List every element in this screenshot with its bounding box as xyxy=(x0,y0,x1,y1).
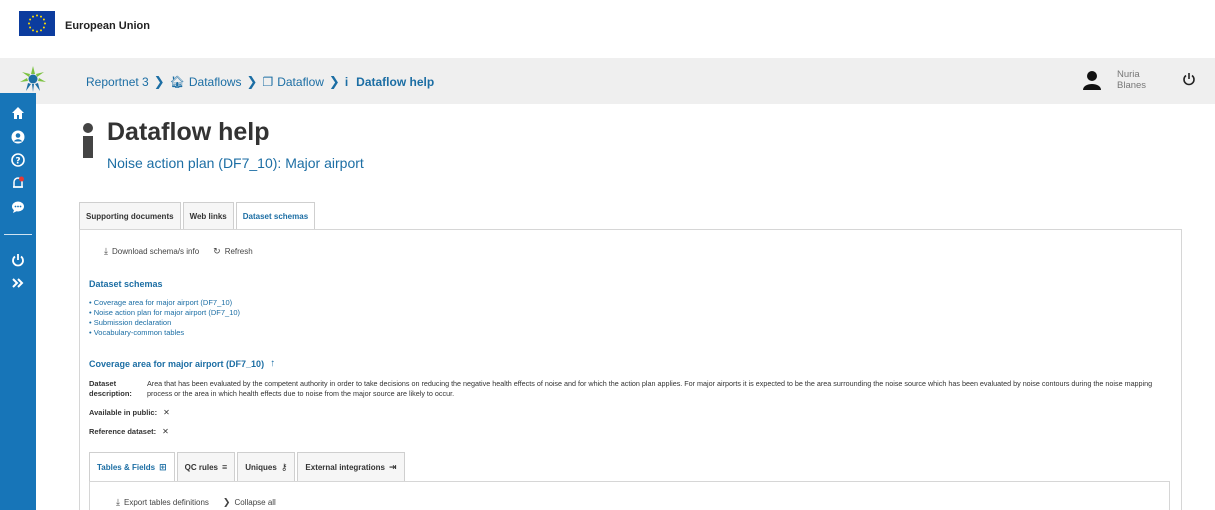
available-in-public-label: Available in public: xyxy=(89,408,158,417)
logout-power-icon[interactable] xyxy=(1182,72,1196,86)
schema-link[interactable]: Submission declaration xyxy=(89,318,240,328)
download-label: Download schema/s info xyxy=(111,247,200,256)
schema-link[interactable]: Vocabulary-common tables xyxy=(89,328,240,338)
schema-heading-label: Coverage area for major airport (DF7_10) xyxy=(89,358,265,369)
schema-inner-tabs: Tables & Fields ⊞ QC rules ≡ Uniques ⚷ E… xyxy=(89,452,407,482)
refresh-icon: ↻ xyxy=(213,246,221,256)
eu-title: European Union xyxy=(65,20,150,32)
list-icon: ≡ xyxy=(221,462,228,472)
tab-external-integrations[interactable]: External integrations ⇥ xyxy=(297,452,405,481)
chevron-right-icon: ❯ xyxy=(246,74,258,89)
tab-label: External integrations xyxy=(305,462,385,472)
breadcrumb-label: Dataflow help xyxy=(356,75,435,89)
export-label: Export tables definitions xyxy=(123,498,209,507)
chevron-right-icon: ❯ xyxy=(328,74,340,89)
description-label-line: Dataset xyxy=(89,379,117,388)
breadcrumb-label: Dataflows xyxy=(188,75,242,89)
export-tables-button[interactable]: ⤓ Export tables definitions xyxy=(116,497,209,508)
chevron-right-icon: ❯ xyxy=(222,497,231,507)
tab-label: QC rules xyxy=(184,462,218,472)
tab-label: Tables & Fields xyxy=(97,463,156,472)
tab-dataset-schemas[interactable]: Dataset schemas xyxy=(235,202,316,230)
refresh-label: Refresh xyxy=(224,247,253,256)
left-sidebar: ? xyxy=(0,93,36,510)
tab-qc-rules[interactable]: QC rules ≡ xyxy=(176,452,236,481)
eu-top-bar: European Union xyxy=(0,0,1215,58)
schema-heading: Coverage area for major airport (DF7_10)… xyxy=(89,358,275,369)
sign-in-icon: ⇥ xyxy=(388,461,397,472)
breadcrumb-label: Dataflow xyxy=(277,75,324,89)
page-subtitle: Noise action plan (DF7_10): Major airpor… xyxy=(107,155,364,171)
schema-list: Coverage area for major airport (DF7_10)… xyxy=(89,298,240,338)
schema-link[interactable]: Coverage area for major airport (DF7_10) xyxy=(89,298,240,308)
svg-text:?: ? xyxy=(15,157,20,167)
help-icon[interactable]: ? xyxy=(11,153,25,167)
info-icon xyxy=(81,122,95,160)
sidebar-divider xyxy=(4,234,32,235)
breadcrumb-label: Reportnet 3 xyxy=(86,75,149,89)
info-icon: i xyxy=(344,75,349,89)
schema-link[interactable]: Noise action plan for major airport (DF7… xyxy=(89,308,240,318)
user-first-name: Nuria xyxy=(1117,69,1140,80)
clone-icon: ❐ xyxy=(262,75,274,89)
user-icon[interactable] xyxy=(1083,70,1101,90)
logout-power-icon[interactable] xyxy=(11,253,25,267)
times-icon: ✕ xyxy=(162,427,169,436)
table-icon: ⊞ xyxy=(159,462,167,472)
user-name[interactable]: Nuria Blanes xyxy=(1117,69,1146,91)
available-in-public-row: Available in public: ✕ xyxy=(89,408,170,417)
breadcrumb-dataflow-help: i Dataflow help xyxy=(345,75,434,89)
tab-supporting-documents[interactable]: Supporting documents xyxy=(79,202,181,229)
tab-label: Uniques xyxy=(245,462,277,472)
user-circle-icon[interactable] xyxy=(11,130,25,144)
home-icon[interactable] xyxy=(11,106,25,120)
help-tabs: Supporting documents Web links Dataset s… xyxy=(79,202,317,230)
breadcrumb-dataflow[interactable]: ❐ Dataflow xyxy=(262,75,323,89)
tab-uniques[interactable]: Uniques ⚷ xyxy=(237,452,296,481)
collapse-label: Collapse all xyxy=(234,498,276,507)
key-icon: ⚷ xyxy=(280,461,288,472)
reportnet-logo[interactable] xyxy=(18,64,48,94)
page-title: Dataflow help xyxy=(107,118,270,146)
refresh-button[interactable]: ↻ Refresh xyxy=(213,246,253,257)
download-icon: ⤓ xyxy=(104,246,108,256)
breadcrumb-reportnet[interactable]: Reportnet 3 xyxy=(86,75,149,89)
breadcrumb: Reportnet 3 ❯ 🏠︎ Dataflows ❯ ❐ Dataflow … xyxy=(86,74,434,90)
times-icon: ✕ xyxy=(163,408,170,417)
tab-tables-fields[interactable]: Tables & Fields ⊞ xyxy=(89,452,175,482)
collapse-all-button[interactable]: ❯ Collapse all xyxy=(223,497,276,508)
schema-toolbar: ⤓ Download schema/s info ↻ Refresh xyxy=(104,246,267,257)
dataset-schemas-title: Dataset schemas xyxy=(89,279,163,289)
description-text: Area that has been evaluated by the comp… xyxy=(147,379,1153,398)
app-header: Reportnet 3 ❯ 🏠︎ Dataflows ❯ ❐ Dataflow … xyxy=(0,58,1215,104)
eu-flag-icon xyxy=(19,11,55,36)
breadcrumb-dataflows[interactable]: 🏠︎ Dataflows xyxy=(170,75,242,89)
download-schema-button[interactable]: ⤓ Download schema/s info xyxy=(104,246,199,257)
comment-icon[interactable] xyxy=(11,200,25,214)
home-icon: 🏠︎ xyxy=(169,75,185,89)
description-label-line: description: xyxy=(89,389,132,398)
user-last-name: Blanes xyxy=(1117,80,1147,91)
reference-dataset-label: Reference dataset: xyxy=(89,427,157,436)
expand-sidebar-icon[interactable] xyxy=(11,276,25,290)
notifications-bell-icon[interactable] xyxy=(11,176,25,190)
chevron-right-icon: ❯ xyxy=(153,74,165,89)
download-icon: ⤓ xyxy=(116,497,120,507)
reference-dataset-row: Reference dataset: ✕ xyxy=(89,427,169,436)
arrow-up-icon[interactable]: ↑ xyxy=(270,358,275,369)
description-label: Dataset description: xyxy=(89,379,139,399)
tab-web-links[interactable]: Web links xyxy=(182,202,234,229)
tables-toolbar: ⤓ Export tables definitions ❯ Collapse a… xyxy=(116,497,290,508)
